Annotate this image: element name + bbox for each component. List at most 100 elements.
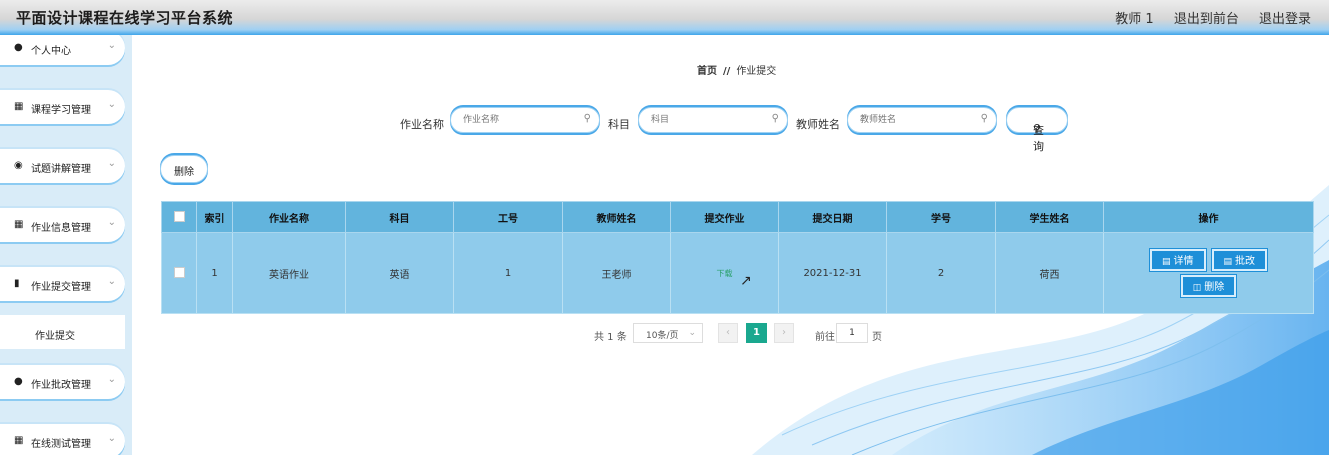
search-icon: ⚲ [980, 113, 988, 124]
row-checkbox[interactable] [173, 267, 185, 279]
homework-name-input[interactable] [461, 114, 580, 126]
detail-button-label: 详情 [1173, 256, 1194, 267]
grid-icon: ▦ [14, 219, 24, 230]
batch-delete-button[interactable]: 删除 [160, 155, 208, 183]
current-user[interactable]: 教师 1 [1115, 12, 1153, 27]
teacher-name-input[interactable] [858, 114, 977, 126]
main-content: 首页 // 作业提交 作业名称 ⚲ 科目 ⚲ 教师姓名 ⚲ 查询 ⚲ 删除 [132, 35, 1329, 455]
sidebar-item-label: 个人中心 [31, 46, 71, 57]
subject-label: 科目 [608, 118, 630, 131]
sidebar-item-label: 作业信息管理 [31, 223, 91, 234]
current-page-button[interactable]: 1 [746, 323, 767, 343]
sidebar-subitem-label: 作业提交 [35, 331, 75, 342]
query-button[interactable]: 查询 ⚲ [1006, 107, 1068, 153]
row-select-cell [161, 232, 197, 314]
chevron-down-icon: ⌄ [107, 374, 116, 385]
subject-field[interactable]: ⚲ [638, 107, 788, 133]
col-header-submit: 提交作业 [670, 201, 779, 233]
col-header-date: 提交日期 [778, 201, 887, 233]
col-header-subject: 科目 [345, 201, 454, 233]
goto-label: 前往 [815, 332, 835, 343]
col-header-student-no: 学号 [886, 201, 996, 233]
search-icon: ⚲ [583, 113, 591, 124]
app-title: 平面设计课程在线学习平台系统 [16, 9, 234, 27]
cell-subject: 英语 [345, 232, 454, 314]
document-icon: ▤ [1161, 257, 1171, 267]
mouse-cursor-icon: ↗ [740, 273, 752, 289]
sidebar-subitem-homework-submit[interactable]: 作业提交 [0, 315, 125, 349]
page-unit-label: 页 [872, 332, 882, 343]
sidebar-item-label: 课程学习管理 [31, 105, 91, 116]
breadcrumb-current: 作业提交 [736, 66, 777, 77]
review-button-label: 批改 [1235, 256, 1256, 267]
detail-button[interactable]: ▤ 详情 [1149, 249, 1206, 271]
chevron-down-icon: ⌄ [107, 433, 116, 444]
cell-submit: 下载 [670, 232, 779, 314]
sidebar-item-personal-center[interactable]: ● 个人中心 ⌄ [0, 35, 125, 65]
col-header-teacher: 教师姓名 [562, 201, 671, 233]
sidebar-item-label: 作业提交管理 [31, 282, 91, 293]
chevron-down-icon: ⌄ [107, 158, 116, 169]
cell-name: 英语作业 [232, 232, 346, 314]
breadcrumb-separator: // [723, 66, 731, 77]
cell-actions: ▤ 详情 ▤ 批改 ◫ 删除 [1103, 232, 1314, 314]
select-all-checkbox[interactable] [173, 211, 185, 223]
cell-teacher: 王老师 [562, 232, 671, 314]
grid-icon: ▦ [14, 435, 24, 446]
next-page-button[interactable]: › [774, 323, 794, 343]
prev-page-button[interactable]: ‹ [718, 323, 738, 343]
chevron-down-icon: ⌄ [107, 99, 116, 110]
header-actions: 教师 1 退出到前台 退出登录 [1099, 8, 1311, 27]
col-header-name: 作业名称 [232, 201, 346, 233]
chevron-down-icon: ⌄ [688, 328, 696, 338]
homework-submit-table: 索引 作业名称 科目 工号 教师姓名 提交作业 提交日期 学号 学生姓名 操作 … [161, 201, 1314, 314]
page-size-value: 10条/页 [646, 331, 679, 341]
chevron-down-icon: ⌄ [107, 40, 116, 51]
trash-icon: ◫ [1192, 283, 1202, 293]
grid-icon: ▦ [14, 101, 24, 112]
bar-chart-icon: ▮ [14, 278, 20, 289]
cell-index: 1 [196, 232, 233, 314]
back-to-front-link[interactable]: 退出到前台 [1174, 12, 1239, 27]
sidebar-item-homework-submit[interactable]: ▮ 作业提交管理 ⌄ [0, 267, 125, 301]
col-header-emp-no: 工号 [453, 201, 563, 233]
download-link[interactable]: 下载 [717, 269, 733, 278]
table-header-row: 索引 作业名称 科目 工号 教师姓名 提交作业 提交日期 学号 学生姓名 操作 [161, 201, 1314, 233]
user-icon: ● [14, 376, 23, 387]
subject-input[interactable] [649, 114, 768, 126]
pin-icon: ◉ [14, 160, 23, 171]
sidebar: ● 个人中心 ⌄ ▦ 课程学习管理 ⌄ ◉ 试题讲解管理 ⌄ ▦ 作业信息管理 … [0, 35, 132, 455]
chevron-down-icon: ⌄ [107, 217, 116, 228]
teacher-name-field[interactable]: ⚲ [847, 107, 997, 133]
sidebar-item-homework-review[interactable]: ● 作业批改管理 ⌄ [0, 365, 125, 399]
col-header-actions: 操作 [1103, 201, 1314, 233]
homework-name-field[interactable]: ⚲ [450, 107, 600, 133]
search-icon: ⚲ [771, 113, 779, 124]
cell-date: 2021-12-31 [778, 232, 887, 314]
select-all-cell [161, 201, 197, 233]
chevron-left-icon: ‹ [726, 327, 730, 338]
document-icon: ▤ [1223, 257, 1233, 267]
cell-emp-no: 1 [453, 232, 563, 314]
user-icon: ● [14, 42, 23, 53]
breadcrumb-home[interactable]: 首页 [697, 66, 717, 77]
sidebar-item-course-study[interactable]: ▦ 课程学习管理 ⌄ [0, 90, 125, 124]
sidebar-item-exam-explain[interactable]: ◉ 试题讲解管理 ⌄ [0, 149, 125, 183]
sidebar-item-online-test[interactable]: ▦ 在线测试管理 ⌄ [0, 424, 125, 455]
col-header-index: 索引 [196, 201, 233, 233]
pagination-total: 共 1 条 [594, 332, 627, 343]
goto-page-input[interactable]: 1 [836, 323, 868, 343]
cell-student: 荷西 [995, 232, 1104, 314]
breadcrumb: 首页 // 作业提交 [697, 62, 776, 77]
row-delete-button[interactable]: ◫ 删除 [1180, 275, 1237, 297]
chevron-right-icon: › [782, 327, 786, 338]
logout-link[interactable]: 退出登录 [1259, 12, 1311, 27]
batch-delete-label: 删除 [174, 167, 194, 178]
cell-student-no: 2 [886, 232, 996, 314]
table-row: 1 英语作业 英语 1 王老师 下载 2021-12-31 2 荷西 ▤ 详情 ▤ 批… [161, 232, 1314, 314]
sidebar-item-label: 在线测试管理 [31, 439, 91, 450]
review-button[interactable]: ▤ 批改 [1211, 249, 1268, 271]
page-size-select[interactable]: 10条/页 ⌄ [633, 323, 703, 343]
chevron-down-icon: ⌄ [107, 276, 116, 287]
sidebar-item-homework-info[interactable]: ▦ 作业信息管理 ⌄ [0, 208, 125, 242]
